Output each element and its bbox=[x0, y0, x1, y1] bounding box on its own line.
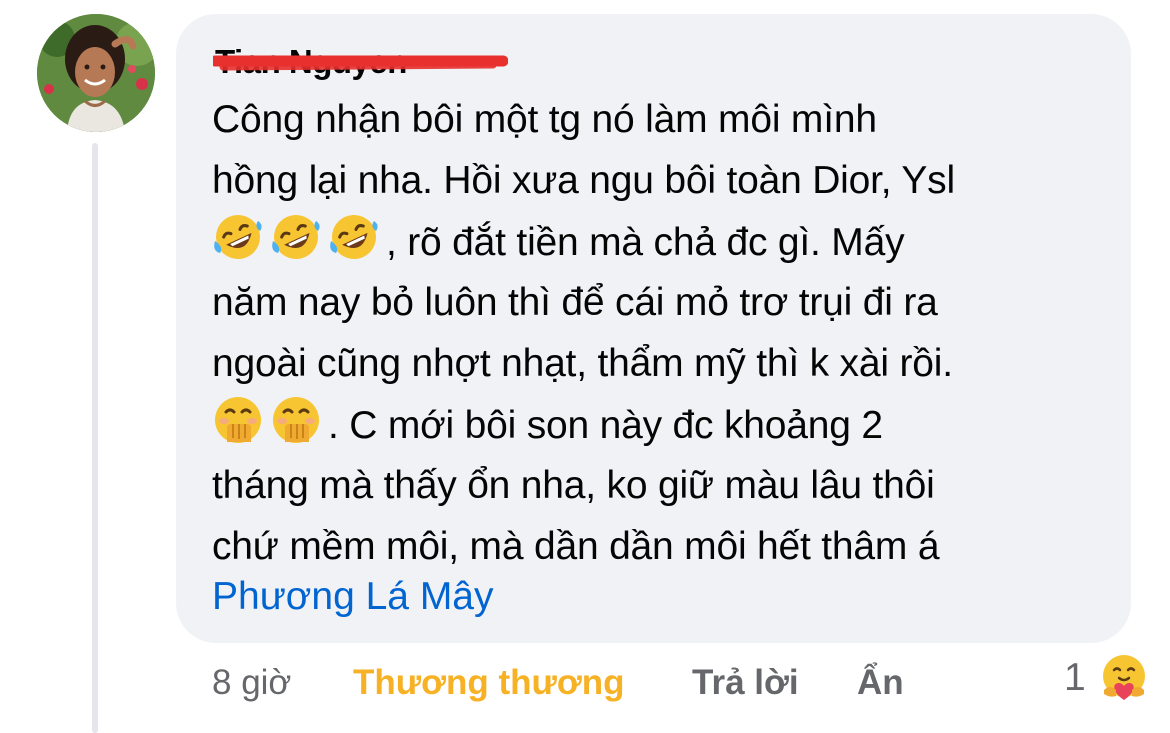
comment-line-1: Công nhận bôi một tg nó làm môi mình bbox=[212, 98, 877, 141]
rofl-emoji-icon bbox=[272, 215, 320, 259]
reply-thread-line bbox=[92, 143, 98, 733]
comment-timestamp[interactable]: 8 giờ bbox=[212, 660, 291, 706]
comment-line-2: hồng lại nha. Hồi xưa ngu bôi toàn Dior,… bbox=[212, 159, 955, 202]
avatar-photo bbox=[37, 14, 155, 132]
hand-over-mouth-emoji-icon bbox=[215, 397, 261, 443]
comment-line-7: tháng mà thấy ổn nha, ko giữ màu lâu thô… bbox=[212, 464, 935, 507]
comment-line-6: . C mới bôi son này đc khoảng 2 bbox=[212, 394, 1112, 455]
react-button[interactable]: Thương thương bbox=[353, 660, 625, 706]
comment-text: Công nhận bôi một tg nó làm môi mình hồn… bbox=[212, 89, 1112, 577]
mention-link[interactable]: Phương Lá Mây bbox=[212, 571, 494, 623]
comment-line-3-text: , rõ đắt tiền mà chả đc gì. Mấy bbox=[386, 221, 905, 264]
rofl-emoji-icon bbox=[330, 215, 378, 259]
comment-line-4: năm nay bỏ luôn thì để cái mỏ trơ trụi đ… bbox=[212, 281, 938, 324]
comment-screen: Tian Nguyen Công nhận bôi một tg nó làm … bbox=[0, 0, 1170, 733]
reaction-count[interactable]: 1 bbox=[1064, 650, 1086, 706]
hide-button[interactable]: Ẩn bbox=[857, 660, 904, 706]
comment-author-name[interactable]: Tian Nguyen bbox=[215, 40, 407, 84]
avatar[interactable] bbox=[37, 14, 155, 132]
care-reaction-icon[interactable] bbox=[1096, 650, 1152, 706]
comment-line-3: , rõ đắt tiền mà chả đc gì. Mấy bbox=[212, 211, 1112, 272]
reply-button[interactable]: Trả lời bbox=[692, 660, 799, 706]
comment-line-5: ngoài cũng nhợt nhạt, thẩm mỹ thì k xài … bbox=[212, 342, 953, 385]
comment-line-8: chứ mềm môi, mà dần dần môi hết thâm á bbox=[212, 525, 940, 568]
comment-line-6-text: . C mới bôi son này đc khoảng 2 bbox=[328, 404, 883, 447]
rofl-emoji-icon bbox=[214, 215, 262, 259]
hand-over-mouth-emoji-icon bbox=[273, 397, 319, 443]
